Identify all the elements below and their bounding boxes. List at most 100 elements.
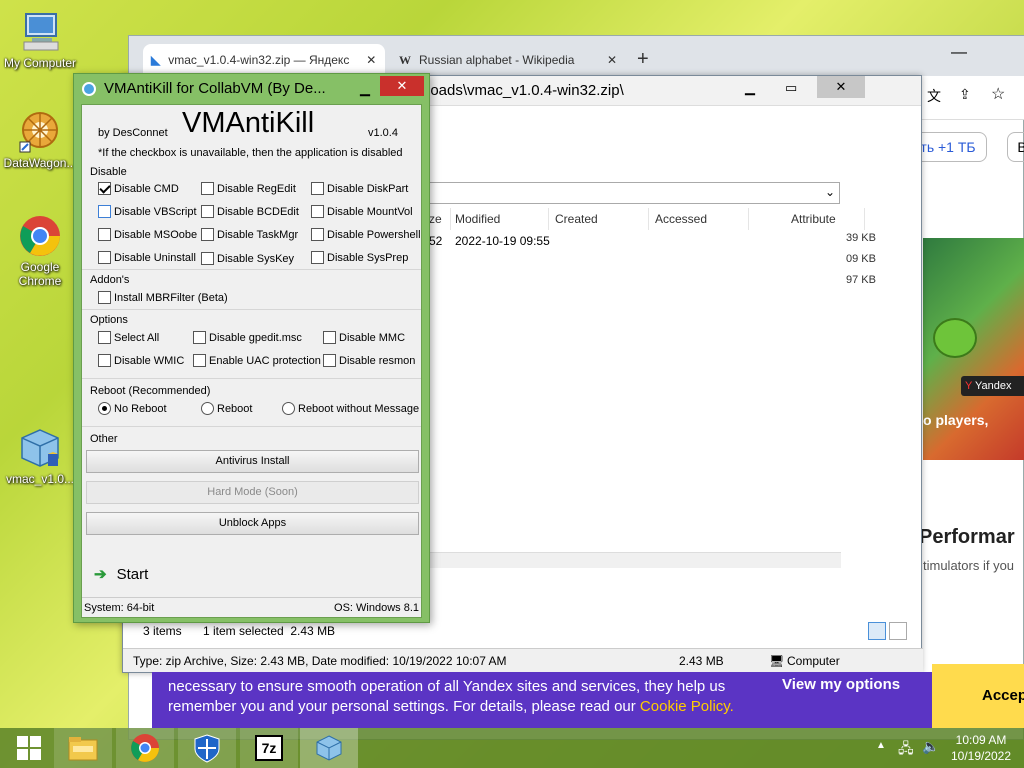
desktop-icon-google-chrome[interactable]: Google Chrome bbox=[0, 214, 80, 288]
version-label: v1.0.4 bbox=[368, 127, 398, 139]
checkbox-label: Disable Uninstall bbox=[114, 251, 196, 264]
minimize-button[interactable]: ▁ bbox=[360, 74, 370, 104]
checkbox-box[interactable] bbox=[311, 251, 324, 264]
checkbox-disable-uninstall[interactable]: Disable Uninstall bbox=[98, 251, 196, 264]
radio-dot[interactable] bbox=[98, 402, 111, 415]
checkbox-install-mbrfilter[interactable]: Install MBRFilter (Beta) bbox=[98, 291, 228, 304]
checkbox-box[interactable] bbox=[98, 251, 111, 264]
checkbox-box[interactable] bbox=[323, 354, 336, 367]
share-icon[interactable]: ⇪ bbox=[959, 86, 971, 103]
checkbox-disable-wmic[interactable]: Disable WMIC bbox=[98, 354, 184, 367]
column-header-created[interactable]: Created bbox=[549, 208, 649, 230]
checkbox-box[interactable] bbox=[98, 205, 111, 218]
browser-tab-strip: ◣ vmac_v1.0.4-win32.zip — Яндекс ✕ W Rus… bbox=[129, 36, 1024, 76]
archive-address-bar[interactable]: ⌄ bbox=[428, 182, 840, 204]
volume-icon[interactable]: 🔈 bbox=[922, 738, 939, 755]
checkbox-box[interactable] bbox=[323, 331, 336, 344]
desktop-icon-datawagon[interactable]: DataWagon... bbox=[0, 110, 80, 170]
minimize-button[interactable]: ▁ bbox=[745, 80, 755, 96]
computer-icon: 🖥 bbox=[769, 654, 785, 668]
checkbox-disable-powershell[interactable]: Disable Powershell bbox=[311, 228, 421, 241]
checkbox-box[interactable] bbox=[98, 331, 111, 344]
checkbox-disable-resmon[interactable]: Disable resmon bbox=[323, 354, 415, 367]
promo-button-2[interactable]: В bbox=[1007, 132, 1024, 162]
checkbox-box[interactable] bbox=[98, 182, 111, 195]
desktop-icon-vmac[interactable]: vmac_v1.0... bbox=[0, 426, 80, 486]
network-icon[interactable]: 🖧 bbox=[898, 738, 914, 762]
browser-tab-wikipedia[interactable]: W Russian alphabet - Wikipedia ✕ bbox=[391, 44, 631, 76]
checkbox-disable-gpedit[interactable]: Disable gpedit.msc bbox=[193, 331, 302, 344]
taskbar-vmac[interactable] bbox=[300, 728, 358, 768]
checkbox-box[interactable] bbox=[193, 354, 206, 367]
tray-expand-icon[interactable]: ▲ bbox=[876, 740, 886, 751]
checkbox-box[interactable] bbox=[98, 291, 111, 304]
close-button[interactable]: ✕ bbox=[380, 76, 424, 96]
start-button[interactable]: ➔ Start bbox=[94, 565, 148, 584]
checkbox-disable-diskpart[interactable]: Disable DiskPart bbox=[311, 182, 408, 195]
maximize-button[interactable]: ▭ bbox=[785, 80, 797, 96]
checkbox-disable-regedit[interactable]: Disable RegEdit bbox=[201, 182, 296, 195]
radio-dot[interactable] bbox=[282, 402, 295, 415]
taskbar-7zip[interactable]: 7z bbox=[240, 728, 298, 768]
clock[interactable]: 10:09 AM 10/19/2022 bbox=[946, 732, 1016, 764]
checkbox-disable-vbscript[interactable]: Disable VBScript bbox=[98, 205, 197, 218]
checkbox-box[interactable] bbox=[201, 182, 214, 195]
desktop-icon-my-computer[interactable]: My Computer bbox=[0, 10, 80, 70]
radio-dot[interactable] bbox=[201, 402, 214, 415]
close-button[interactable]: ✕ bbox=[817, 76, 865, 98]
antivirus-install-button[interactable]: Antivirus Install bbox=[86, 450, 419, 473]
checkbox-box[interactable] bbox=[98, 354, 111, 367]
unblock-apps-button[interactable]: Unblock Apps bbox=[86, 512, 419, 535]
status-text: Type: zip Archive, Size: 2.43 MB, Date m… bbox=[133, 654, 507, 668]
checkbox-disable-mountvol[interactable]: Disable MountVol bbox=[311, 205, 413, 218]
taskbar-defender[interactable] bbox=[178, 728, 236, 768]
arrow-right-icon: ➔ bbox=[94, 566, 107, 583]
radio-no-reboot[interactable]: No Reboot bbox=[98, 402, 167, 415]
checkbox-disable-msoobe[interactable]: Disable MSOobe bbox=[98, 228, 197, 241]
checkbox-box[interactable] bbox=[311, 205, 324, 218]
taskbar-explorer[interactable] bbox=[54, 728, 112, 768]
radio-label: Reboot bbox=[217, 402, 253, 415]
checkbox-disable-cmd[interactable]: Disable CMD bbox=[98, 182, 179, 195]
view-options-link[interactable]: View my options bbox=[782, 676, 900, 693]
checkbox-box[interactable] bbox=[311, 182, 324, 195]
checkbox-disable-syskey[interactable]: Disable SysKey bbox=[201, 252, 294, 265]
close-icon[interactable]: ✕ bbox=[607, 53, 617, 67]
checkbox-disable-sysprep[interactable]: Disable SysPrep bbox=[311, 251, 408, 264]
dropdown-icon[interactable]: ⌄ bbox=[825, 185, 835, 199]
checkbox-box[interactable] bbox=[193, 331, 206, 344]
checkbox-select-all[interactable]: Select All bbox=[98, 331, 159, 344]
checkbox-disable-taskmgr[interactable]: Disable TaskMgr bbox=[201, 228, 298, 241]
details-view-icon[interactable] bbox=[868, 622, 886, 640]
checkbox-disable-bcdedit[interactable]: Disable BCDEdit bbox=[201, 205, 299, 218]
accept-button[interactable]: Accep bbox=[932, 664, 1024, 728]
table-row[interactable]: 52 2022-10-19 09:55 bbox=[423, 234, 843, 252]
close-icon[interactable]: ✕ bbox=[366, 53, 376, 67]
checkbox-box[interactable] bbox=[201, 252, 214, 265]
new-tab-button[interactable]: + bbox=[637, 48, 649, 71]
star-icon[interactable]: ☆ bbox=[991, 84, 1005, 104]
checkbox-box[interactable] bbox=[201, 228, 214, 241]
checkbox-box[interactable] bbox=[311, 228, 324, 241]
column-header-attributes[interactable]: Attribute bbox=[785, 208, 865, 230]
checkbox-enable-uac[interactable]: Enable UAC protection bbox=[193, 354, 321, 367]
checkbox-box[interactable] bbox=[98, 228, 111, 241]
taskbar-chrome[interactable] bbox=[116, 728, 174, 768]
view-icons[interactable] bbox=[868, 622, 908, 642]
yandex-browser-icon: ◣ bbox=[151, 53, 161, 67]
radio-reboot-no-message[interactable]: Reboot without Message bbox=[282, 402, 419, 415]
browser-tab-yandex[interactable]: ◣ vmac_v1.0.4-win32.zip — Яндекс ✕ bbox=[143, 44, 385, 76]
radio-reboot[interactable]: Reboot bbox=[201, 402, 252, 415]
column-header-modified[interactable]: Modified bbox=[449, 208, 549, 230]
column-header-accessed[interactable]: Accessed bbox=[649, 208, 749, 230]
thumbnail-view-icon[interactable] bbox=[889, 622, 908, 640]
checkbox-box[interactable] bbox=[201, 205, 214, 218]
cookie-policy-link[interactable]: Cookie Policy. bbox=[640, 698, 734, 715]
start-menu-button[interactable] bbox=[0, 728, 58, 768]
minimize-icon[interactable]: — bbox=[951, 44, 967, 62]
separator bbox=[82, 269, 421, 270]
checkbox-disable-mmc[interactable]: Disable MMC bbox=[323, 331, 405, 344]
horizontal-scrollbar[interactable] bbox=[423, 552, 841, 568]
translate-icon[interactable]: 文 bbox=[927, 86, 941, 106]
package-icon bbox=[316, 735, 342, 761]
